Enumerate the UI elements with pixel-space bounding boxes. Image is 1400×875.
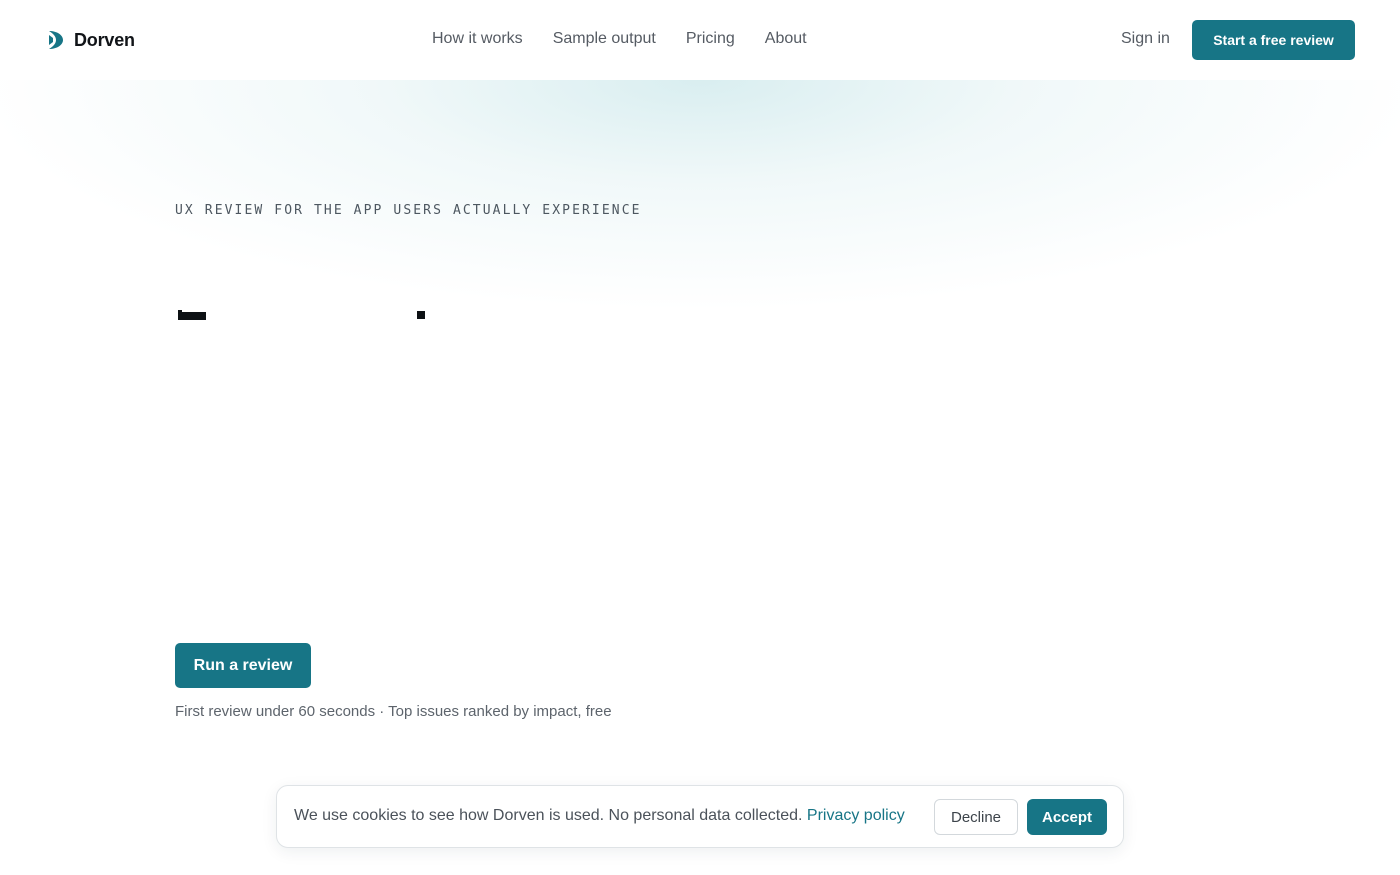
hero-subtext: First review under 60 seconds · Top issu… (175, 703, 612, 720)
sign-in-link[interactable]: Sign in (1121, 30, 1170, 48)
hero-headline-fragment-dot (417, 311, 425, 319)
accept-cookies-button[interactable]: Accept (1027, 799, 1107, 835)
top-navigation-bar: Dorven How it works Sample output Pricin… (0, 0, 1400, 80)
brand-logo-link[interactable]: Dorven (46, 28, 135, 52)
cookie-message-text: We use cookies to see how Dorven is used… (294, 807, 803, 824)
hero-headline-fragment (178, 310, 206, 320)
privacy-policy-link[interactable]: Privacy policy (807, 807, 905, 824)
hero-eyebrow: UX REVIEW FOR THE APP USERS ACTUALLY EXP… (175, 203, 642, 218)
main-nav: How it works Sample output Pricing About (432, 30, 807, 48)
run-review-button[interactable]: Run a review (175, 643, 311, 688)
cookie-banner: We use cookies to see how Dorven is used… (276, 785, 1124, 848)
hero-background-glow (0, 80, 1400, 380)
cookie-message: We use cookies to see how Dorven is used… (294, 807, 905, 825)
nav-item-sample-output[interactable]: Sample output (553, 30, 656, 48)
brand-name: Dorven (74, 29, 135, 50)
nav-item-pricing[interactable]: Pricing (686, 30, 735, 48)
decline-cookies-button[interactable]: Decline (934, 799, 1018, 835)
start-free-review-button[interactable]: Start a free review (1192, 20, 1355, 60)
nav-item-about[interactable]: About (765, 30, 807, 48)
dorven-logo-icon (49, 31, 63, 49)
nav-item-how-it-works[interactable]: How it works (432, 30, 523, 48)
